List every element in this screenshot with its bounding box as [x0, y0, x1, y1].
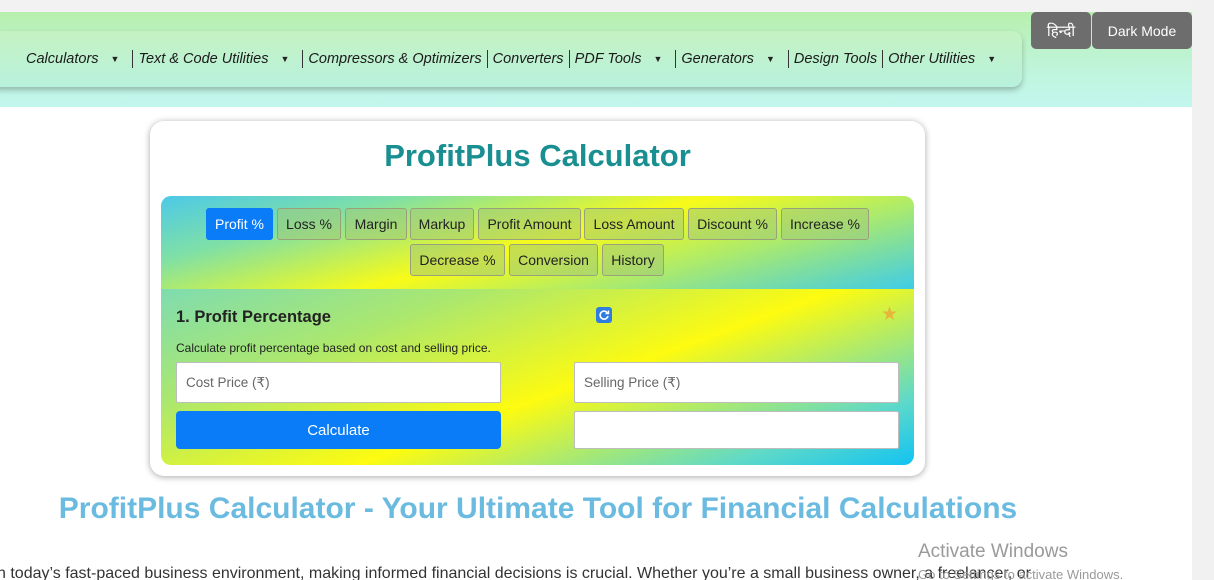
profit-percentage-form: 1. Profit Percentage ★ Calculate profit …: [161, 289, 914, 465]
tab-conversion[interactable]: Conversion: [509, 244, 598, 276]
nav-divider: [675, 50, 677, 68]
nav-label: Other Utilities: [888, 51, 976, 67]
watermark-line-1: Activate Windows: [918, 541, 1068, 562]
calculator-title: ProfitPlus Calculator: [384, 138, 691, 173]
dark-mode-button[interactable]: Dark Mode: [1092, 12, 1192, 49]
tab-profit-percent[interactable]: Profit %: [206, 208, 273, 240]
calculator-tabs: Profit % Loss % Margin Markup Profit Amo…: [161, 196, 914, 289]
nav-label: PDF Tools: [574, 51, 642, 67]
nav-label: Converters: [492, 51, 564, 67]
nav-item-text-code-utilities[interactable]: Text & Code Utilities ▼: [138, 51, 297, 67]
nav-divider: [302, 50, 304, 68]
tab-history[interactable]: History: [602, 244, 664, 276]
nav-item-design-tools[interactable]: Design Tools: [794, 51, 877, 67]
nav-item-other-utilities[interactable]: Other Utilities ▼: [888, 51, 1004, 67]
chevron-down-icon: ▼: [765, 54, 775, 64]
nav-label: Text & Code Utilities: [138, 51, 269, 67]
nav-divider: [568, 50, 570, 68]
nav-item-converters[interactable]: Converters: [493, 51, 564, 67]
tab-loss-amount[interactable]: Loss Amount: [584, 208, 684, 240]
nav-item-generators[interactable]: Generators ▼: [681, 51, 782, 67]
chevron-down-icon: ▼: [987, 54, 997, 64]
tab-loss-percent[interactable]: Loss %: [277, 208, 341, 240]
nav-label: Generators: [681, 51, 754, 67]
chevron-down-icon: ▼: [280, 54, 290, 64]
windows-activation-watermark: Activate Windows Go to Settings to activ…: [918, 541, 1123, 580]
result-output: [574, 411, 899, 449]
cost-price-input[interactable]: Cost Price (₹): [176, 362, 501, 403]
top-strip: [0, 0, 1192, 12]
main-nav: Calculators ▼ Text & Code Utilities ▼ Co…: [0, 31, 1022, 87]
form-title: 1. Profit Percentage: [176, 308, 331, 326]
nav-label: Calculators: [26, 51, 99, 67]
nav-item-compressors-optimizers[interactable]: Compressors & Optimizers: [308, 51, 481, 67]
page-headline: ProfitPlus Calculator - Your Ultimate To…: [58, 492, 1018, 525]
language-hindi-button[interactable]: हिन्दी: [1031, 12, 1091, 49]
tab-increase-percent[interactable]: Increase %: [781, 208, 869, 240]
nav-item-pdf-tools[interactable]: PDF Tools ▼: [575, 51, 671, 67]
refresh-icon[interactable]: [596, 307, 612, 323]
scrollbar[interactable]: [1192, 0, 1214, 580]
star-icon[interactable]: ★: [881, 303, 898, 326]
chevron-down-icon: ▼: [653, 54, 663, 64]
nav-divider: [882, 50, 884, 68]
chevron-down-icon: ▼: [110, 54, 120, 64]
nav-item-calculators[interactable]: Calculators ▼: [26, 51, 127, 67]
nav-divider: [787, 50, 789, 68]
calculate-button[interactable]: Calculate: [176, 411, 501, 449]
tab-discount-percent[interactable]: Discount %: [688, 208, 777, 240]
tab-decrease-percent[interactable]: Decrease %: [410, 244, 505, 276]
nav-label: Compressors & Optimizers: [308, 51, 482, 67]
calculator-card: ProfitPlus Calculator Profit % Loss % Ma…: [150, 121, 925, 476]
nav-divider: [132, 50, 134, 68]
nav-divider: [486, 50, 488, 68]
form-description: Calculate profit percentage based on cos…: [176, 341, 491, 355]
watermark-line-2: Go to Settings to activate Windows.: [918, 567, 1124, 580]
tab-margin[interactable]: Margin: [345, 208, 407, 240]
tab-markup[interactable]: Markup: [410, 208, 474, 240]
tab-profit-amount[interactable]: Profit Amount: [478, 208, 581, 240]
selling-price-input[interactable]: Selling Price (₹): [574, 362, 899, 403]
nav-label: Design Tools: [793, 51, 878, 67]
